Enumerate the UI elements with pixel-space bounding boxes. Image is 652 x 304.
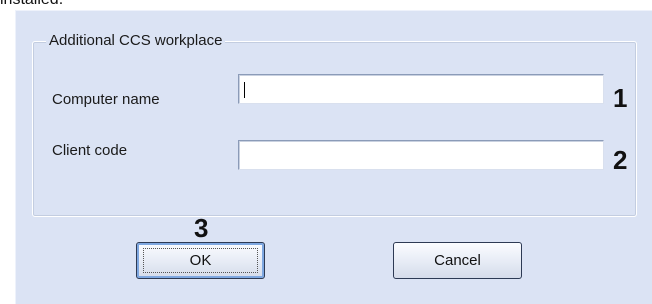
text-caret xyxy=(244,82,245,98)
cancel-button-label: Cancel xyxy=(434,252,481,269)
cancel-button[interactable]: Cancel xyxy=(393,242,522,279)
callout-number-3: 3 xyxy=(194,213,209,243)
client-code-label: Client code xyxy=(52,142,128,159)
computer-name-input[interactable] xyxy=(238,74,604,104)
computer-name-label: Computer name xyxy=(52,91,160,108)
callout-number-1: 1 xyxy=(613,83,628,113)
client-code-input[interactable] xyxy=(238,140,604,170)
groupbox-title: Additional CCS workplace xyxy=(46,32,226,49)
ok-button[interactable]: OK xyxy=(136,242,265,279)
callout-number-2: 2 xyxy=(613,145,628,175)
ccs-workplace-dialog: Additional CCS workplace Computer name C… xyxy=(15,10,652,304)
ccs-workplace-groupbox xyxy=(32,41,637,217)
page-caption-text: installed. xyxy=(0,0,63,8)
ok-button-label: OK xyxy=(189,252,212,269)
